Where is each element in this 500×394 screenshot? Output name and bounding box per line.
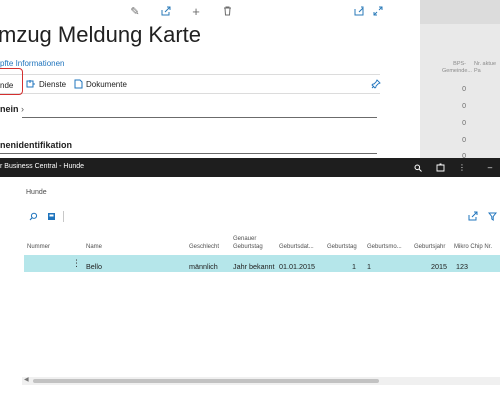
cell-genauer-geburtstag[interactable]: Jahr bekannt — [233, 262, 275, 271]
toolbar-divider — [63, 211, 64, 222]
more-options-icon[interactable]: ⋮ — [456, 161, 468, 174]
share-icon[interactable] — [159, 4, 173, 18]
pin-icon[interactable] — [371, 79, 381, 89]
breadcrumb: Hunde — [26, 189, 47, 196]
services-icon — [26, 79, 36, 89]
list-header-strip — [420, 0, 500, 24]
column-header: Nr. aktue Pa — [474, 61, 497, 74]
column-header-mikrochip[interactable]: Mikro Chip Nr. — [454, 243, 492, 251]
column-header-geschlecht[interactable]: Geschlecht — [189, 243, 219, 251]
list-toolbar — [0, 210, 500, 224]
share-icon[interactable] — [467, 210, 479, 222]
list-value: 0 — [462, 86, 466, 93]
background-list: BPS- Gemeinde... Nr. aktue Pa 0 0 0 0 0 — [420, 0, 500, 158]
cell-geburtsmonat[interactable]: 1 — [367, 262, 371, 271]
filter-icon[interactable] — [486, 210, 498, 222]
column-header: BPS- Gemeinde... — [442, 61, 472, 74]
cell-name[interactable]: Bello — [86, 262, 102, 271]
hunde-window: r Business Central - Hunde ⋮ – Hunde Num… — [0, 158, 500, 394]
extensions-icon[interactable] — [434, 161, 446, 174]
section-general-header[interactable]: nein › — [0, 104, 24, 114]
column-header-nummer[interactable]: Nummer — [27, 243, 50, 251]
open-new-window-icon[interactable] — [352, 4, 366, 18]
column-header-geburtsjahr[interactable]: Geburtsjahr — [414, 243, 445, 251]
dokumente-label: Dokumente — [86, 79, 127, 89]
document-icon — [73, 79, 83, 89]
search-icon[interactable] — [412, 161, 424, 174]
delete-icon[interactable] — [220, 4, 234, 18]
page-title: mzug Meldung Karte — [0, 22, 201, 47]
column-header-geburtsdatum[interactable]: Geburtsdat... — [279, 243, 314, 251]
column-header-line: Genauer — [233, 236, 257, 242]
edit-list-icon[interactable] — [45, 210, 57, 222]
list-value: 0 — [462, 120, 466, 127]
cell-mikrochip[interactable]: 123 — [456, 262, 468, 271]
column-header-genauer-geburtstag[interactable]: Genauer Geburtstag — [233, 235, 263, 251]
dienste-label: Dienste — [39, 79, 67, 89]
column-header-geburtsmonat[interactable]: Geburtsmo... — [367, 243, 402, 251]
scrollbar-thumb[interactable] — [33, 379, 379, 383]
section-identification-header[interactable]: nenidentifikation — [0, 140, 72, 150]
edit-icon[interactable]: ✎ — [128, 4, 142, 18]
dokumente-action-button[interactable]: Dokumente — [73, 79, 127, 89]
cell-geburtstag[interactable]: 1 — [352, 262, 356, 271]
row-menu-icon[interactable]: ⋮ — [72, 259, 81, 268]
expand-icon[interactable] — [371, 4, 385, 18]
cell-geschlecht[interactable]: männlich — [189, 262, 218, 271]
column-header-line: Geburtstag — [233, 244, 263, 250]
search-icon[interactable] — [27, 210, 39, 222]
chevron-right-icon: › — [21, 104, 25, 114]
cell-geburtsjahr[interactable]: 2015 — [431, 262, 447, 271]
section-divider — [0, 153, 377, 154]
section-general-label: nein — [0, 104, 19, 114]
list-value: 0 — [462, 103, 466, 110]
window-titlebar: r Business Central - Hunde ⋮ – — [0, 158, 500, 177]
window-title: r Business Central - Hunde — [0, 163, 85, 170]
column-header-name[interactable]: Name — [86, 243, 102, 251]
card-window: ✎ + mzug Meldung Karte pfte Informatione… — [0, 0, 420, 158]
related-information-link[interactable]: pfte Informationen — [0, 59, 64, 68]
section-divider — [22, 117, 377, 118]
scroll-left-icon[interactable]: ◀ — [24, 376, 29, 383]
hunde-action-button[interactable]: nde — [0, 81, 13, 90]
dienste-action-button[interactable]: Dienste — [26, 79, 66, 89]
list-value: 0 — [462, 137, 466, 144]
cell-geburtsdatum[interactable]: 01.01.2015 — [279, 262, 315, 271]
add-icon[interactable]: + — [189, 4, 203, 19]
minimize-icon[interactable]: – — [484, 161, 496, 174]
column-header-geburtstag[interactable]: Geburtstag — [327, 243, 357, 251]
card-toolbar: ✎ + — [0, 4, 420, 19]
